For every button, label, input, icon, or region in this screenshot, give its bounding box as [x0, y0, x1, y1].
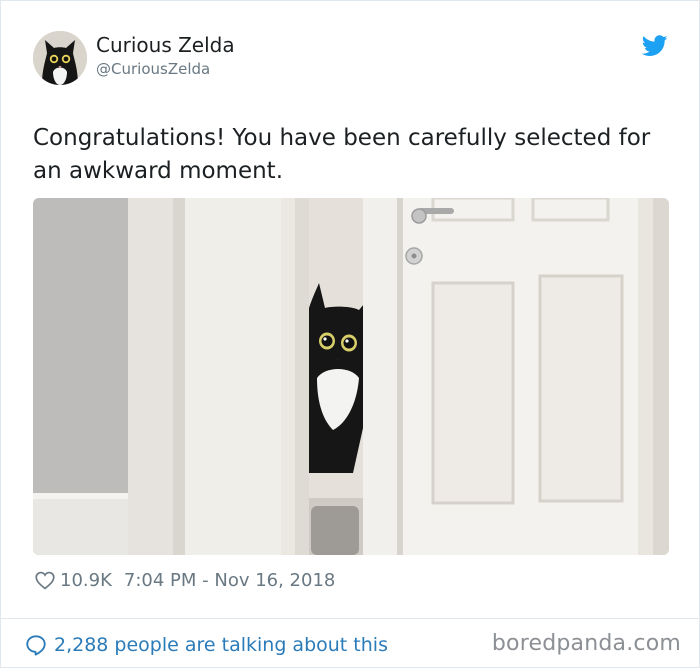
footer-divider [1, 618, 699, 619]
speech-bubble-icon [26, 635, 46, 656]
author-handle[interactable]: @CuriousZelda [96, 60, 210, 78]
avatar-cat-image [33, 31, 87, 85]
like-count[interactable]: 10.9K [60, 570, 112, 591]
tweet-card: Curious Zelda @CuriousZelda Congratulati… [0, 0, 700, 668]
tweet-text: Congratulations! You have been carefully… [33, 125, 651, 184]
talking-label[interactable]: 2,288 people are talking about this [54, 634, 388, 656]
boredpanda-watermark: boredpanda.com [491, 631, 681, 656]
avatar[interactable] [33, 31, 87, 85]
talking-link[interactable]: 2,288 people are talking about this [25, 632, 388, 658]
author-display-name[interactable]: Curious Zelda [96, 33, 235, 57]
heart-icon[interactable] [35, 571, 55, 590]
tweet-timestamp[interactable]: 7:04 PM - Nov 16, 2018 [124, 570, 335, 591]
tweet-meta: 10.9K 7:04 PM - Nov 16, 2018 [35, 568, 335, 592]
twitter-bird-icon[interactable] [642, 35, 668, 57]
tweet-photo[interactable] [33, 198, 669, 555]
photo-scene [33, 198, 669, 555]
